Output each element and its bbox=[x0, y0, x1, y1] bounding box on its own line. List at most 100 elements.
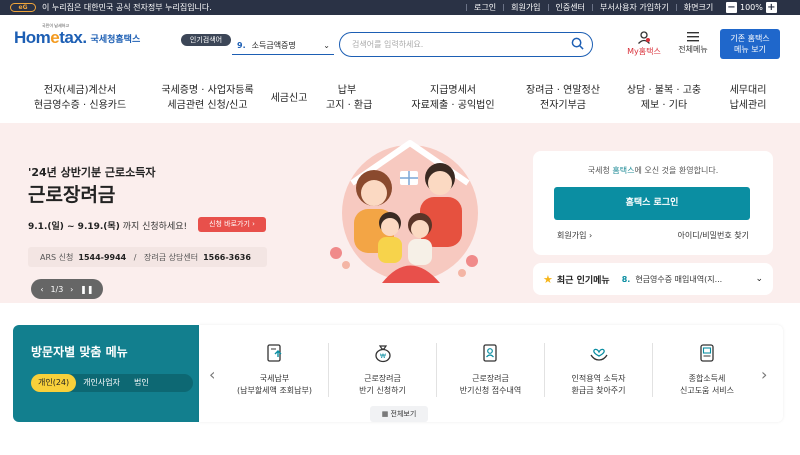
service-line1: 근로장려금 bbox=[364, 374, 401, 383]
gnb-item-incentive[interactable]: 장려금 · 연말정산전자기부금 bbox=[518, 83, 608, 113]
join-link[interactable]: 회원가입 bbox=[511, 2, 540, 13]
my-hometax-button[interactable]: My홈택스 bbox=[622, 31, 666, 57]
gnb-line: 납부 bbox=[337, 85, 357, 96]
divider bbox=[675, 4, 677, 11]
hometax-logo[interactable]: 국민이 납세하고 Hometax. 국세청홈택스 bbox=[14, 23, 140, 48]
next-slide-icon[interactable]: › bbox=[70, 285, 73, 294]
gnb-item-tax-agent[interactable]: 세무대리 납세관리 bbox=[722, 83, 774, 113]
welcome-brand: 홈택스 bbox=[612, 166, 635, 175]
svg-text:₩: ₩ bbox=[380, 353, 386, 360]
zoom-out-button[interactable]: − bbox=[726, 2, 737, 13]
hero-period-suffix: 까지 신청하세요! bbox=[122, 222, 188, 232]
welcome-text: 국세청 홈택스에 오신 것을 환영합니다. bbox=[533, 165, 773, 176]
zoom-control: − 100% + bbox=[726, 2, 777, 13]
visitor-tabs: 개인(24) 개인사업자 법인 bbox=[31, 374, 193, 392]
tab-corporation[interactable]: 법인 bbox=[127, 374, 156, 392]
grid-icon: ▦ bbox=[381, 410, 389, 418]
ars-number: 1544-9944 bbox=[78, 252, 127, 262]
chevron-left-icon[interactable]: ‹ bbox=[209, 365, 215, 384]
visitor-menu-panel: 방문자별 맞춤 메뉴 개인(24) 개인사업자 법인 bbox=[13, 325, 199, 422]
service-refund-finder[interactable]: 인적용역 소득자 환급금 찾아주기 bbox=[545, 343, 653, 397]
chevron-right-icon[interactable]: › bbox=[761, 365, 767, 384]
divider bbox=[547, 4, 549, 11]
gnb-item-consult[interactable]: 상담 · 불복 · 고충 제보 · 기타 bbox=[620, 83, 708, 113]
hero-period: 9.1.(일) ~ 9.19.(목) 까지 신청하세요! bbox=[28, 219, 187, 232]
top-links: 로그인 회원가입 인증센터 부서사용자 가입하기 화면크기 bbox=[466, 0, 713, 15]
gnb-item-tax-report[interactable]: 세금신고 bbox=[266, 91, 312, 106]
gnb-line: 지급명세서 bbox=[430, 85, 476, 96]
old-hometax-line2: 메뉴 보기 bbox=[734, 45, 766, 54]
apply-now-button[interactable]: 신청 바로가기 › bbox=[198, 217, 266, 232]
star-icon: ★ bbox=[543, 272, 553, 286]
apply-now-label: 신청 바로가기 bbox=[209, 220, 250, 228]
search-icon[interactable] bbox=[571, 37, 584, 50]
gnb-item-etax[interactable]: 전자(세금)계산서현금영수증 · 신용카드 bbox=[25, 83, 135, 113]
login-link[interactable]: 로그인 bbox=[474, 2, 496, 13]
contact-info-box: ARS 신청 1544-9944 / 장려금 상담센터 1566-3636 bbox=[28, 247, 267, 267]
hero-subtitle: '24년 상반기분 근로소득자 bbox=[28, 166, 156, 179]
popular-search-select[interactable]: 9. 소득금액증명 ⌄ bbox=[232, 36, 334, 55]
heart-hands-icon bbox=[589, 348, 608, 361]
login-box: 국세청 홈택스에 오신 것을 환영합니다. 홈택스 로그인 회원가입 › 아이디… bbox=[533, 151, 773, 255]
gov-notice: eG 이 누리집은 대한민국 공식 전자정부 누리집입니다. bbox=[0, 2, 212, 13]
service-incentive-apply[interactable]: ₩ 근로장려금 반기 신청하기 bbox=[329, 343, 437, 397]
gnb-line: 장려금 · 연말정산 bbox=[526, 85, 600, 96]
service-line1: 국세납부 bbox=[259, 374, 290, 383]
gnb-line: 전자(세금)계산서 bbox=[43, 85, 117, 96]
gnb-line: 국세증명 · 사업자등록 bbox=[161, 85, 254, 96]
popular-menu-item: 현금영수증 매입내역(지... bbox=[635, 274, 723, 284]
pause-icon[interactable]: ❚❚ bbox=[80, 285, 93, 294]
dept-user-join-link[interactable]: 부서사용자 가입하기 bbox=[600, 2, 669, 13]
divider bbox=[466, 4, 467, 11]
view-all-button[interactable]: ▦ 전체보기 bbox=[370, 406, 428, 422]
hamburger-icon bbox=[687, 32, 699, 42]
zoom-in-button[interactable]: + bbox=[765, 2, 777, 13]
join-link[interactable]: 회원가입 › bbox=[557, 230, 592, 241]
gnb-item-certificates[interactable]: 국세증명 · 사업자등록 세금관련 신청/신고 bbox=[145, 83, 270, 113]
tab-sole-proprietor[interactable]: 개인사업자 bbox=[76, 374, 127, 392]
gnb-line: 전자기부금 bbox=[540, 100, 586, 111]
slide-counter: 1/3 bbox=[50, 284, 64, 294]
hero-banner: '24년 상반기분 근로소득자 근로장려금 9.1.(일) ~ 9.19.(목)… bbox=[0, 123, 800, 303]
service-line1: 종합소득세 bbox=[688, 374, 726, 383]
service-line2: 반기 신청하기 bbox=[359, 386, 406, 395]
service-national-tax-payment[interactable]: 국세납부 (납부할세액 조회납부) bbox=[221, 343, 329, 397]
logo-part: Hom bbox=[14, 28, 51, 47]
gnb-line: 자료제출 · 공익법인 bbox=[411, 100, 495, 111]
hometax-login-button[interactable]: 홈택스 로그인 bbox=[554, 187, 750, 220]
find-id-password-link[interactable]: 아이디/비밀번호 찾기 bbox=[678, 230, 749, 241]
recent-popular-menu[interactable]: ★ 최근 인기메뉴 8. 현금영수증 매입내역(지... ⌄ bbox=[533, 263, 773, 295]
popular-search-label: 인기검색어 bbox=[181, 34, 231, 46]
cert-center-link[interactable]: 인증센터 bbox=[556, 2, 585, 13]
search-input[interactable]: 검색어를 입력하세요. bbox=[339, 32, 593, 57]
service-line2: 환급금 찾아주기 bbox=[571, 386, 626, 395]
gov-topbar: eG 이 누리집은 대한민국 공식 전자정부 누리집입니다. 로그인 회원가입 … bbox=[0, 0, 800, 15]
all-menu-button[interactable]: 전체메뉴 bbox=[673, 31, 713, 55]
service-income-tax-help[interactable]: 종합소득세 신고도움 서비스 bbox=[653, 343, 761, 397]
gnb-line: 고지 · 환급 bbox=[326, 100, 373, 111]
tab-individual[interactable]: 개인(24) bbox=[31, 374, 77, 392]
welcome-part: 국세청 bbox=[587, 166, 613, 175]
ars-label: ARS 신청 bbox=[40, 252, 74, 262]
gnb-line: 상담 · 불복 · 고충 bbox=[626, 85, 702, 96]
old-hometax-button[interactable]: 기존 홈택스 메뉴 보기 bbox=[720, 29, 780, 59]
tablet-icon bbox=[700, 344, 714, 362]
gnb-item-payment[interactable]: 납부고지 · 환급 bbox=[326, 83, 373, 113]
service-line2: 신고도움 서비스 bbox=[679, 386, 735, 395]
prev-slide-icon[interactable]: ‹ bbox=[40, 285, 43, 294]
service-incentive-status[interactable]: 근로장려금 반기신청 접수내역 bbox=[437, 343, 545, 397]
doc-upload-icon bbox=[266, 344, 281, 362]
old-hometax-line1: 기존 홈택스 bbox=[730, 34, 770, 43]
separator: / bbox=[131, 252, 140, 262]
gov-notice-text: 이 누리집은 대한민국 공식 전자정부 누리집입니다. bbox=[42, 3, 212, 12]
slide-controls: ‹ 1/3 › ❚❚ bbox=[31, 279, 103, 299]
logo-wordmark: Hometax. bbox=[14, 28, 87, 48]
service-line1: 인적용역 소득자 bbox=[571, 374, 626, 383]
chevron-right-icon: › bbox=[252, 220, 255, 228]
service-line2: (납부할세액 조회납부) bbox=[236, 386, 313, 395]
gnb-line: 현금영수증 · 신용카드 bbox=[33, 100, 127, 111]
welcome-part: 에 오신 것을 환영합니다. bbox=[634, 166, 719, 175]
chevron-down-icon: ⌄ bbox=[755, 274, 763, 284]
service-shortcuts: ‹ 국세납부 (납부할세액 조회납부) ₩ 근로장려금 반기 신청하기 근로장려… bbox=[199, 325, 783, 422]
gnb-item-submission[interactable]: 지급명세서자료제출 · 공익법인 bbox=[405, 83, 501, 113]
